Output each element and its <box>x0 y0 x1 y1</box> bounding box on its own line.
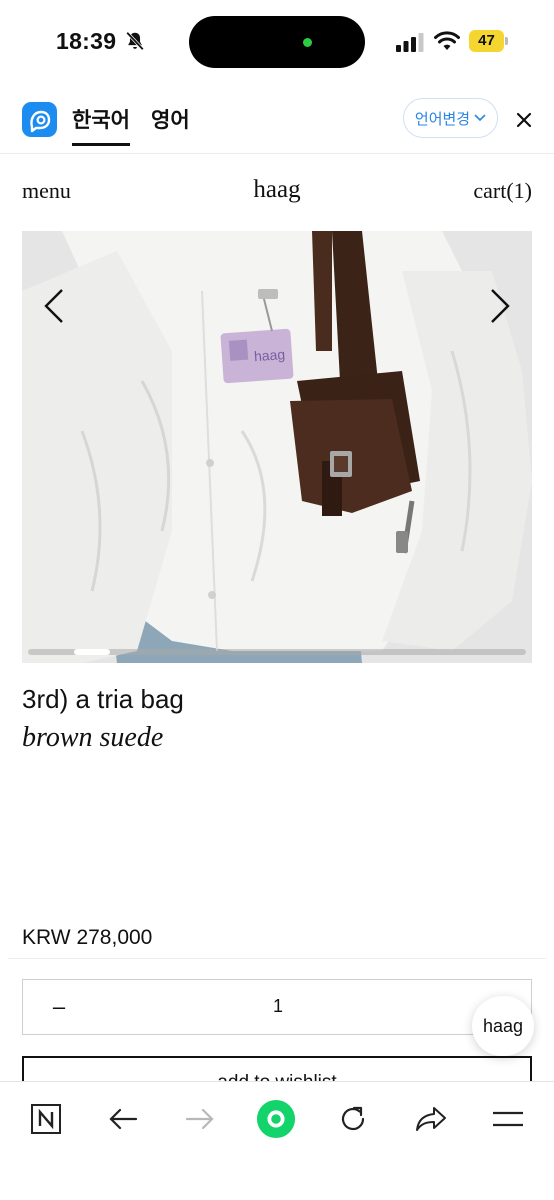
battery-icon: 47 <box>469 30 509 52</box>
share-icon[interactable] <box>411 1099 451 1139</box>
change-language-button[interactable]: 언어변경 <box>403 98 498 138</box>
tab-english[interactable]: 영어 <box>151 104 190 134</box>
camera-indicator-icon <box>303 38 312 47</box>
quantity-stepper: – 1 <box>22 979 532 1035</box>
divider <box>8 958 546 959</box>
status-bar: 18:39 47 <box>0 0 554 86</box>
product-photo: haag <box>22 231 532 663</box>
close-icon[interactable] <box>514 110 534 130</box>
product-price: KRW 278,000 <box>22 926 153 949</box>
product-name: 3rd) a tria bag <box>22 684 184 714</box>
change-language-label: 언어변경 <box>414 110 471 128</box>
reload-icon[interactable] <box>333 1099 373 1139</box>
papago-logo-icon <box>22 102 57 137</box>
brand-logo[interactable]: haag <box>0 176 554 204</box>
cart-link[interactable]: cart(1) <box>473 178 532 204</box>
status-time: 18:39 <box>56 28 117 54</box>
battery-level: 47 <box>469 30 504 52</box>
signal-icon <box>396 33 424 52</box>
image-gallery-scrollbar[interactable] <box>28 649 526 655</box>
quantity-value[interactable]: 1 <box>23 996 533 1017</box>
menu-icon[interactable] <box>488 1099 528 1139</box>
dynamic-island <box>189 16 365 68</box>
forward-icon[interactable] <box>180 1099 220 1139</box>
translator-bar: 한국어 영어 언어변경 <box>0 86 554 154</box>
product-image[interactable]: haag <box>22 231 532 663</box>
wifi-icon <box>434 31 460 50</box>
tab-korean[interactable]: 한국어 <box>72 104 130 146</box>
green-dot-icon[interactable] <box>256 1099 296 1139</box>
site-header: menu haag cart(1) <box>0 170 554 214</box>
browser-toolbar <box>0 1081 554 1200</box>
battery-tip <box>505 37 508 45</box>
back-icon[interactable] <box>103 1099 143 1139</box>
previous-image-arrow-icon[interactable] <box>40 288 70 324</box>
floating-chat-button[interactable]: haag <box>472 996 534 1056</box>
naver-icon[interactable] <box>26 1099 66 1139</box>
next-image-arrow-icon[interactable] <box>484 288 514 324</box>
svg-text:haag: haag <box>253 346 285 364</box>
product-variant: brown suede <box>22 722 164 753</box>
chevron-down-icon <box>474 114 486 122</box>
bell-slash-icon <box>126 31 144 51</box>
image-gallery-scrollbar-thumb[interactable] <box>74 649 110 655</box>
